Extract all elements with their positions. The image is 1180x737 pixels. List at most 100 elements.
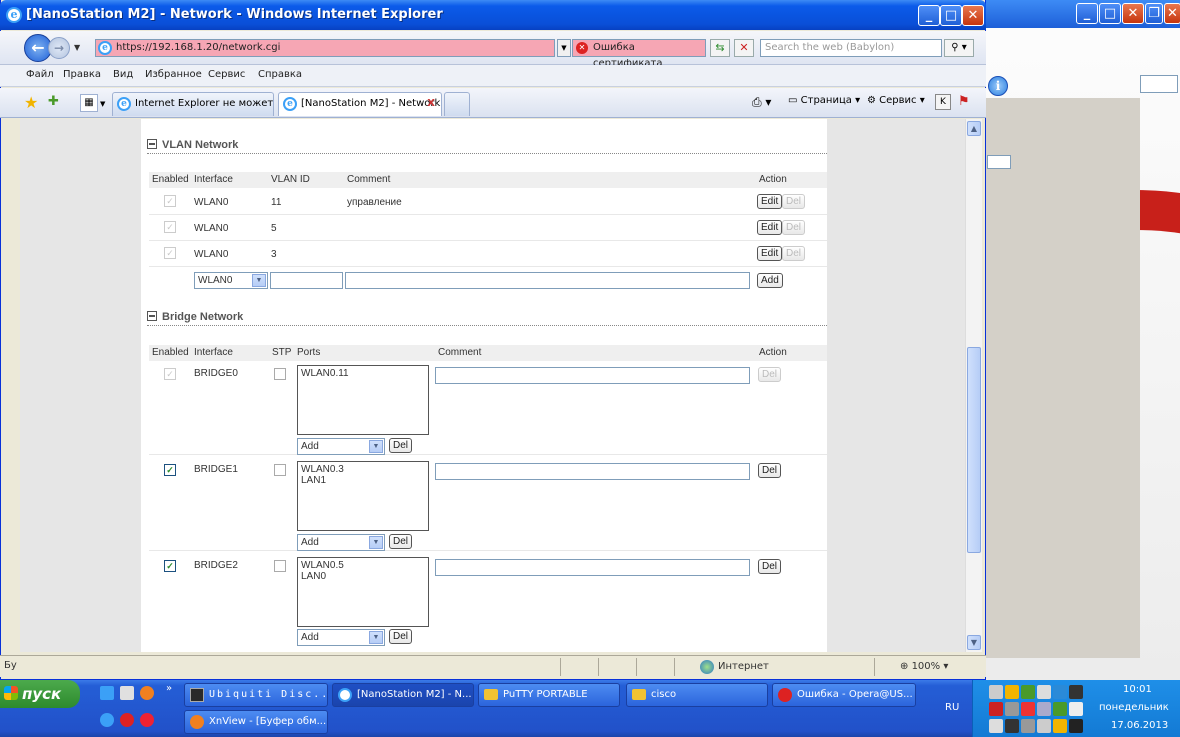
tray-icon[interactable] (1037, 685, 1051, 699)
ports-listbox[interactable]: WLAN0.11 (297, 365, 429, 435)
tab-list-icon[interactable]: ▼ (100, 100, 105, 108)
edit-button[interactable]: Edit (757, 220, 783, 235)
tab-nanostation[interactable]: e [NanoStation M2] - Network X (278, 92, 442, 116)
app-quicklaunch-icon[interactable] (140, 713, 154, 727)
ie-titlebar[interactable]: e [NanoStation M2] - Network - Windows I… (0, 0, 986, 30)
certificate-error-button[interactable]: ✕ Ошибка сертификата (572, 39, 706, 69)
scroll-thumb[interactable] (967, 347, 981, 553)
tray-icon[interactable] (1021, 685, 1035, 699)
menu-tools[interactable]: Сервис (208, 69, 245, 80)
clock-time[interactable]: 10:01 (1123, 684, 1152, 695)
minimize-icon[interactable]: _ (918, 5, 940, 26)
menu-file[interactable]: Файл (26, 69, 54, 80)
quick-tabs-icon[interactable]: ▦ (80, 94, 98, 112)
tray-icon[interactable] (1021, 719, 1035, 733)
maximize-icon[interactable]: □ (1099, 3, 1121, 24)
tray-icon[interactable] (1037, 702, 1051, 716)
stp-checkbox[interactable] (274, 464, 286, 476)
opera-quicklaunch-icon[interactable] (120, 713, 134, 727)
collapse-icon[interactable] (147, 311, 157, 321)
scroll-down-icon[interactable]: ▼ (967, 635, 981, 650)
tray-icon[interactable] (1005, 685, 1019, 699)
refresh-icon[interactable]: ⇆ (710, 39, 730, 57)
start-button[interactable]: пуск (0, 680, 80, 708)
delete-bridge-button[interactable]: Del (758, 559, 782, 574)
edit-button[interactable]: Edit (757, 246, 783, 261)
ie-quicklaunch-icon[interactable] (100, 686, 114, 700)
history-dropdown-icon[interactable]: ▼ (74, 43, 80, 52)
tray-icon[interactable] (989, 719, 1003, 733)
taskbar-item-ubiquiti[interactable]: Ubiquiti Disc... (184, 683, 328, 707)
enabled-checkbox[interactable]: ✓ (164, 464, 176, 476)
tools-menu[interactable]: ⚙ Сервис ▾ (867, 95, 925, 106)
add-favorite-icon[interactable]: ✚ (48, 94, 59, 109)
menu-edit[interactable]: Правка (63, 69, 101, 80)
tray-icon[interactable] (1053, 702, 1067, 716)
tab-ie-error[interactable]: e Internet Explorer не может ... (112, 92, 274, 116)
page-menu[interactable]: ▭ Страница ▾ (788, 95, 860, 106)
tray-icon[interactable] (1053, 685, 1067, 699)
menu-view[interactable]: Вид (113, 69, 133, 80)
tray-icon[interactable] (989, 702, 1003, 716)
favorites-star-icon[interactable]: ★ (24, 93, 38, 112)
tray-icon[interactable] (1021, 702, 1035, 716)
tray-icon[interactable] (1005, 719, 1019, 733)
stop-icon[interactable]: ✕ (734, 39, 754, 57)
tray-icon[interactable] (989, 685, 1003, 699)
tray-icon[interactable] (1069, 702, 1083, 716)
enabled-checkbox[interactable]: ✓ (164, 560, 176, 572)
search-icon[interactable]: ⚲ ▾ (944, 39, 974, 57)
menu-favorites[interactable]: Избранное (145, 69, 202, 80)
background-input[interactable] (1140, 75, 1178, 93)
tray-icon[interactable] (1069, 685, 1083, 699)
print-icon[interactable]: ⎙ ▾ (752, 95, 771, 110)
taskbar-item-putty[interactable]: PuTTY PORTABLE (478, 683, 620, 707)
edit-button[interactable]: Edit (757, 194, 783, 209)
notepad-quicklaunch-icon[interactable] (120, 686, 134, 700)
language-indicator[interactable]: RU (945, 702, 959, 713)
zoom-control[interactable]: ⊕ 100% ▾ (900, 661, 948, 672)
new-vlan-interface-select[interactable]: WLAN0 ▼ (194, 272, 268, 289)
keyboard-icon[interactable]: K (935, 94, 951, 110)
tray-icon[interactable] (1005, 702, 1019, 716)
restore-icon[interactable]: ❐ (1145, 3, 1163, 24)
ports-listbox[interactable]: WLAN0.5 LAN0 (297, 557, 429, 627)
minimize-icon[interactable]: _ (1076, 3, 1098, 24)
close-icon[interactable]: ✕ (962, 5, 984, 26)
tab-close-icon[interactable]: X (427, 93, 435, 115)
url-input[interactable]: e https://192.168.1.20/network.cgi (95, 39, 555, 57)
add-port-select[interactable]: Add ▼ (297, 438, 385, 455)
tray-icon[interactable] (1053, 719, 1067, 733)
collapse-icon[interactable] (147, 139, 157, 149)
ie-quicklaunch-icon[interactable] (100, 713, 114, 727)
delete-port-button[interactable]: Del (389, 629, 413, 644)
taskbar-item-nanostation[interactable]: [NanoStation M2] - N... (332, 683, 474, 707)
maximize-icon[interactable]: □ (940, 5, 962, 26)
new-vlan-comment-input[interactable] (345, 272, 750, 289)
tray-icon[interactable] (1069, 719, 1083, 733)
add-vlan-button[interactable]: Add (757, 273, 783, 288)
tray-icon[interactable] (1037, 719, 1051, 733)
close-icon[interactable]: ✕ (1122, 3, 1144, 24)
bridge-comment-input[interactable] (435, 367, 750, 384)
new-vlan-id-input[interactable] (270, 272, 343, 289)
taskbar-item-xnview[interactable]: XnView - [Буфер обм... (184, 710, 328, 734)
delete-port-button[interactable]: Del (389, 438, 413, 453)
bridge-section-title[interactable]: Bridge Network (147, 311, 243, 323)
background-input[interactable] (987, 155, 1011, 169)
delete-bridge-button[interactable]: Del (758, 463, 782, 478)
menu-help[interactable]: Справка (258, 69, 302, 80)
search-input[interactable]: Search the web (Babylon) (760, 39, 942, 57)
app-quicklaunch-icon[interactable] (140, 686, 154, 700)
new-tab-button[interactable] (444, 92, 470, 116)
bridge-comment-input[interactable] (435, 559, 750, 576)
bridge-comment-input[interactable] (435, 463, 750, 480)
taskbar-item-cisco[interactable]: cisco (626, 683, 768, 707)
url-dropdown-icon[interactable]: ▼ (557, 39, 571, 57)
delete-port-button[interactable]: Del (389, 534, 413, 549)
forward-icon[interactable]: → (48, 37, 70, 59)
stp-checkbox[interactable] (274, 560, 286, 572)
vlan-section-title[interactable]: VLAN Network (147, 139, 238, 151)
vertical-scrollbar[interactable]: ▲ ▼ (965, 119, 982, 652)
ports-listbox[interactable]: WLAN0.3 LAN1 (297, 461, 429, 531)
